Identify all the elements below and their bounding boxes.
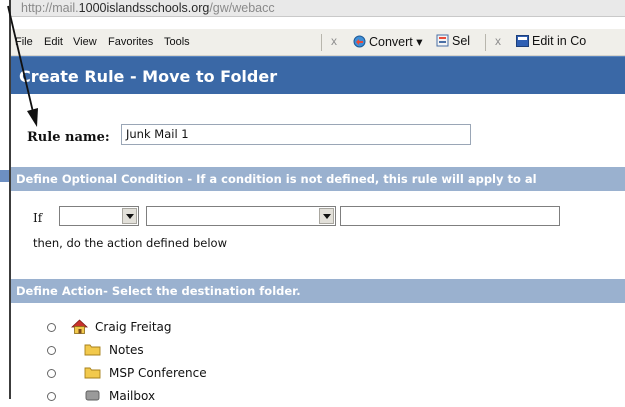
action-header-text: Define Action- Select the destination fo… bbox=[16, 284, 301, 298]
edit-in-label: Edit in Co bbox=[532, 34, 587, 48]
folder-label: Craig Freitag bbox=[95, 320, 172, 334]
menu-bar: File Edit View Favorites Tools x Convert… bbox=[11, 29, 625, 56]
menu-edit[interactable]: Edit bbox=[44, 36, 63, 48]
rule-name-input[interactable]: Junk Mail 1 bbox=[121, 124, 471, 145]
folder-row-mailbox[interactable]: Mailbox bbox=[0, 387, 300, 407]
menu-view[interactable]: View bbox=[73, 36, 97, 48]
menu-file[interactable]: File bbox=[15, 36, 33, 48]
folder-label: Notes bbox=[109, 343, 144, 357]
folder-label: MSP Conference bbox=[109, 366, 207, 380]
if-label: If bbox=[33, 211, 43, 225]
rule-name-label: Rule name: bbox=[27, 130, 110, 145]
convert-button[interactable]: Convert ▾ bbox=[353, 34, 423, 49]
folder-row-home[interactable]: Craig Freitag bbox=[0, 318, 300, 338]
select-button[interactable]: Sel bbox=[436, 34, 470, 48]
then-instruction: then, do the action defined below bbox=[33, 236, 227, 250]
condition-field-select[interactable] bbox=[59, 206, 139, 226]
close-toolbar-icon[interactable]: x bbox=[331, 34, 337, 48]
condition-value-input[interactable] bbox=[340, 206, 560, 226]
folder-row-notes[interactable]: Notes bbox=[0, 341, 300, 361]
folder-radio[interactable] bbox=[47, 323, 56, 332]
folder-radio[interactable] bbox=[47, 346, 56, 355]
folder-icon bbox=[84, 344, 101, 356]
address-bar[interactable]: http://mail.1000islandsschools.org/gw/we… bbox=[11, 0, 625, 17]
url-prefix: http://mail. bbox=[21, 1, 79, 15]
chevron-down-icon bbox=[122, 208, 137, 224]
edit-icon bbox=[516, 35, 529, 47]
toolbar-separator bbox=[485, 34, 486, 51]
condition-operator-select[interactable] bbox=[146, 206, 336, 226]
folder-icon bbox=[84, 367, 101, 379]
folder-radio[interactable] bbox=[47, 369, 56, 378]
folder-radio[interactable] bbox=[47, 392, 56, 401]
chevron-down-icon bbox=[319, 208, 334, 224]
select-label: Sel bbox=[452, 34, 471, 48]
action-section-header: Define Action- Select the destination fo… bbox=[11, 279, 625, 303]
toolbar-separator bbox=[321, 34, 322, 51]
url-path: /gw/webacc bbox=[209, 1, 275, 15]
home-icon bbox=[71, 319, 88, 334]
chevron-down-icon: ▾ bbox=[416, 35, 423, 49]
dialog-header: Create Rule - Move to Folder bbox=[11, 56, 625, 94]
mailbox-icon bbox=[85, 390, 100, 401]
convert-label: Convert bbox=[369, 35, 413, 49]
menu-favorites[interactable]: Favorites bbox=[108, 36, 153, 48]
close-toolbar-icon[interactable]: x bbox=[495, 34, 501, 48]
side-tab-marker bbox=[0, 170, 9, 182]
folder-row-msp[interactable]: MSP Conference bbox=[0, 364, 300, 384]
page-title: Create Rule - Move to Folder bbox=[19, 67, 278, 86]
edit-in-button[interactable]: Edit in Co bbox=[516, 34, 586, 48]
folder-label: Mailbox bbox=[109, 389, 156, 403]
select-icon bbox=[436, 34, 449, 47]
menu-tools[interactable]: Tools bbox=[164, 36, 190, 48]
convert-icon bbox=[353, 35, 366, 48]
url-domain: 1000islandsschools.org bbox=[78, 1, 210, 15]
condition-section-header: Define Optional Condition - If a conditi… bbox=[11, 167, 625, 191]
condition-header-text: Define Optional Condition - If a conditi… bbox=[16, 172, 537, 186]
